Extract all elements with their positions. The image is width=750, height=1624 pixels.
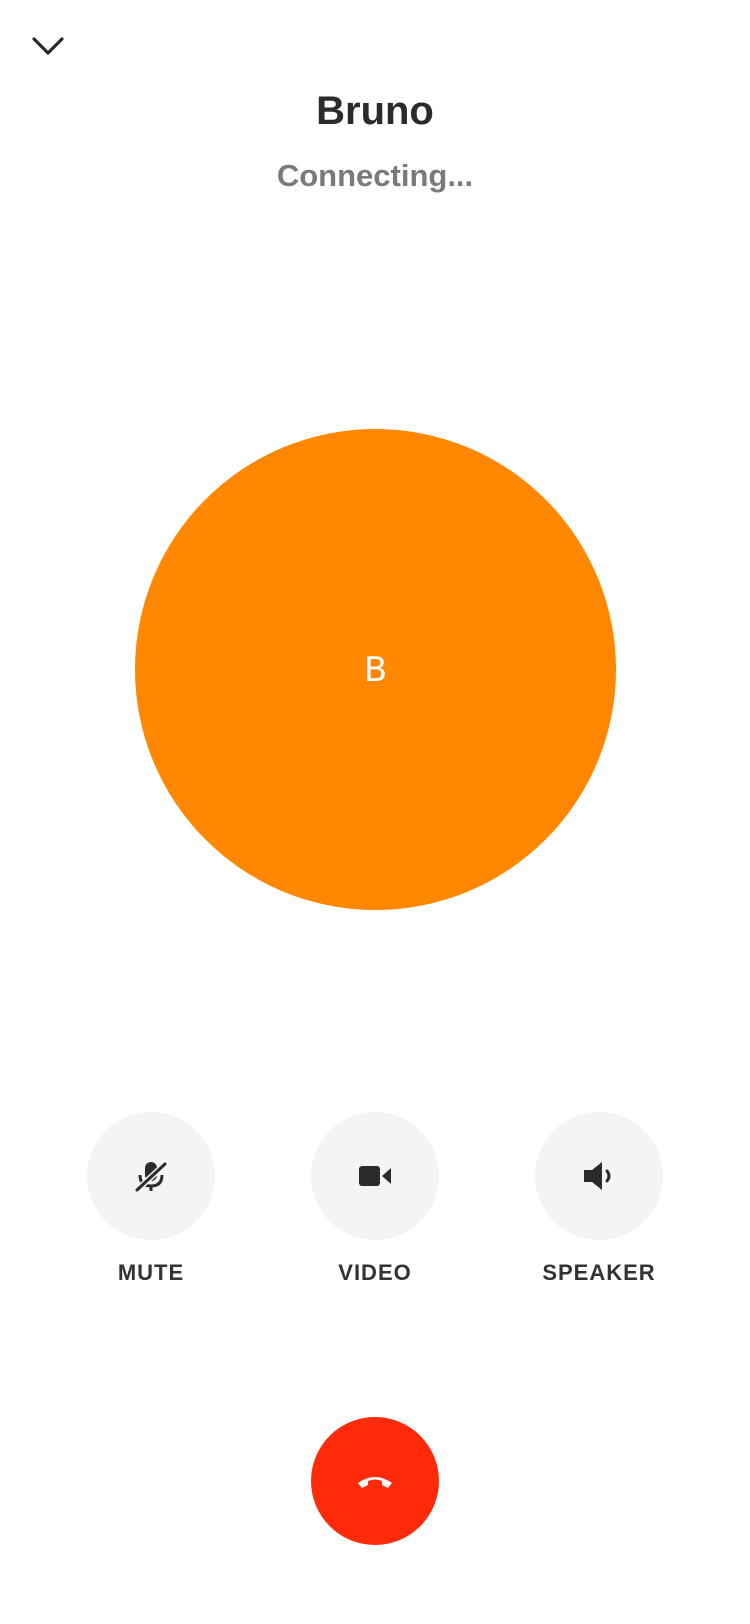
video-label: VIDEO: [338, 1260, 412, 1285]
caller-name: Bruno: [316, 89, 434, 133]
mute-control: MUTE: [51, 1112, 251, 1286]
speaker-button[interactable]: [535, 1112, 663, 1240]
chevron-down-icon: [32, 37, 64, 55]
avatar-initial: B: [363, 649, 388, 690]
collapse-button[interactable]: [26, 24, 70, 68]
video-button[interactable]: [311, 1112, 439, 1240]
speaker-icon: [584, 1162, 611, 1190]
video-control: VIDEO: [275, 1112, 475, 1286]
mute-button[interactable]: [87, 1112, 215, 1240]
speaker-control: SPEAKER: [499, 1112, 699, 1286]
speaker-label: SPEAKER: [542, 1260, 656, 1285]
end-call-button[interactable]: [311, 1417, 439, 1545]
call-status: Connecting...: [276, 158, 474, 193]
call-screen: Bruno Connecting... B MUTE VIDEO SPEAKER: [0, 0, 750, 1624]
phone-hangup-icon: [358, 1477, 392, 1488]
mic-off-icon: [134, 1161, 168, 1193]
mute-label: MUTE: [117, 1260, 185, 1285]
video-camera-icon: [359, 1166, 391, 1186]
avatar: B: [135, 429, 616, 910]
